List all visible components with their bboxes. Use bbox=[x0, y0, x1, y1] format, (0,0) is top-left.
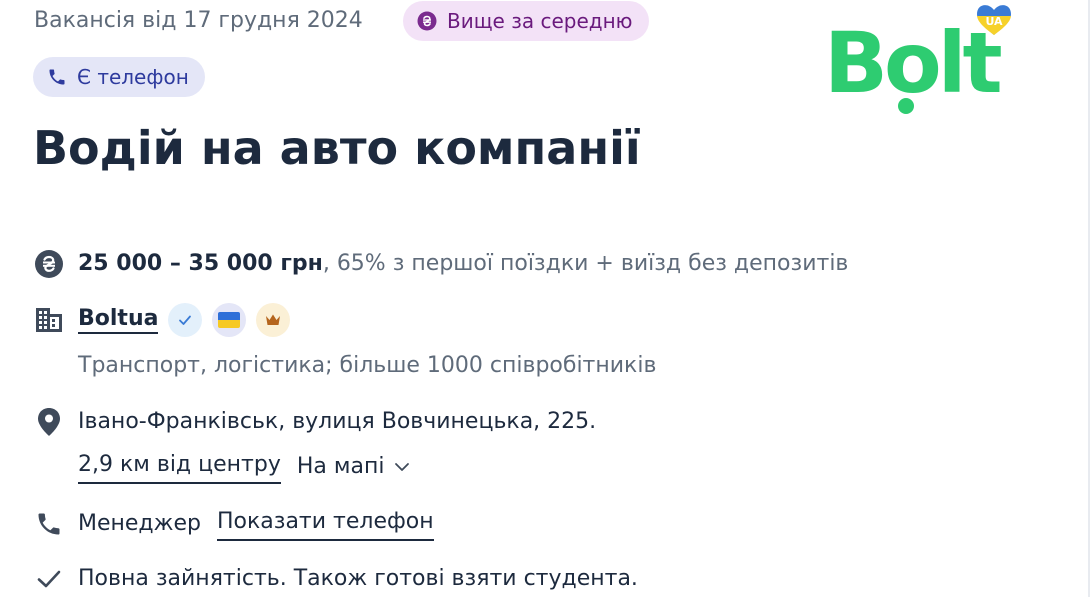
ukraine-flag-icon bbox=[218, 312, 241, 328]
company-row: Boltua bbox=[34, 303, 300, 337]
distance-from-center-link[interactable]: 2,9 км від центру bbox=[78, 450, 281, 484]
chevron-down-icon bbox=[394, 462, 410, 472]
company-name-link[interactable]: Boltua bbox=[78, 306, 159, 334]
check-icon bbox=[34, 564, 64, 594]
salary-row: 25 000 – 35 000 грн , 65% з першої поїзд… bbox=[34, 249, 848, 279]
salary-details: , 65% з першої поїздки + виїзд без депоз… bbox=[322, 251, 849, 276]
crown-icon bbox=[266, 314, 281, 325]
employment-row: Повна зайнятість. Також готові взяти сту… bbox=[34, 564, 638, 594]
ukraine-flag-badge bbox=[212, 303, 247, 337]
logo-text: Bolt bbox=[824, 14, 1002, 112]
salary-range: 25 000 – 35 000 грн bbox=[78, 251, 323, 276]
salary-badge-label: Вище за середню bbox=[447, 9, 633, 33]
hryvnia-icon bbox=[417, 11, 437, 31]
location-links: 2,9 км від центру На мапі bbox=[78, 450, 410, 484]
top-employer-badge bbox=[256, 303, 291, 337]
company-description: Транспорт, логістика; більше 1000 співро… bbox=[78, 353, 657, 378]
show-on-map-label: На мапі bbox=[296, 454, 385, 479]
vacancy-page: Вакансія від 17 грудня 2024 Вище за сере… bbox=[0, 0, 1090, 597]
contact-role: Менеджер bbox=[78, 511, 201, 536]
checkmark-icon bbox=[179, 315, 192, 325]
location-pin-icon bbox=[34, 407, 64, 437]
logo-badge-text: UA bbox=[985, 15, 1003, 28]
show-on-map-link[interactable]: На мапі bbox=[297, 452, 411, 482]
phone-badge-label: Є телефон bbox=[77, 65, 189, 89]
location-row: Івано-Франківськ, вулиця Вовчинецька, 22… bbox=[34, 407, 596, 437]
contact-row: Менеджер Показати телефон bbox=[34, 507, 434, 541]
phone-icon bbox=[34, 509, 64, 539]
show-phone-link[interactable]: Показати телефон bbox=[216, 507, 434, 541]
phone-icon bbox=[47, 67, 67, 87]
vacancy-date: Вакансія від 17 грудня 2024 bbox=[34, 8, 363, 33]
vacancy-title: Водій на авто компанії bbox=[33, 121, 641, 175]
location-address: Івано-Франківськ, вулиця Вовчинецька, 22… bbox=[78, 409, 597, 434]
verified-badge bbox=[168, 303, 203, 337]
employment-text: Повна зайнятість. Також готові взяти сту… bbox=[78, 566, 638, 591]
building-icon bbox=[34, 305, 64, 335]
hryvnia-icon bbox=[34, 249, 64, 279]
salary-badge: Вище за середню bbox=[403, 1, 649, 41]
phone-badge: Є телефон bbox=[33, 57, 205, 97]
company-logo[interactable]: Bolt UA bbox=[818, 0, 1018, 120]
